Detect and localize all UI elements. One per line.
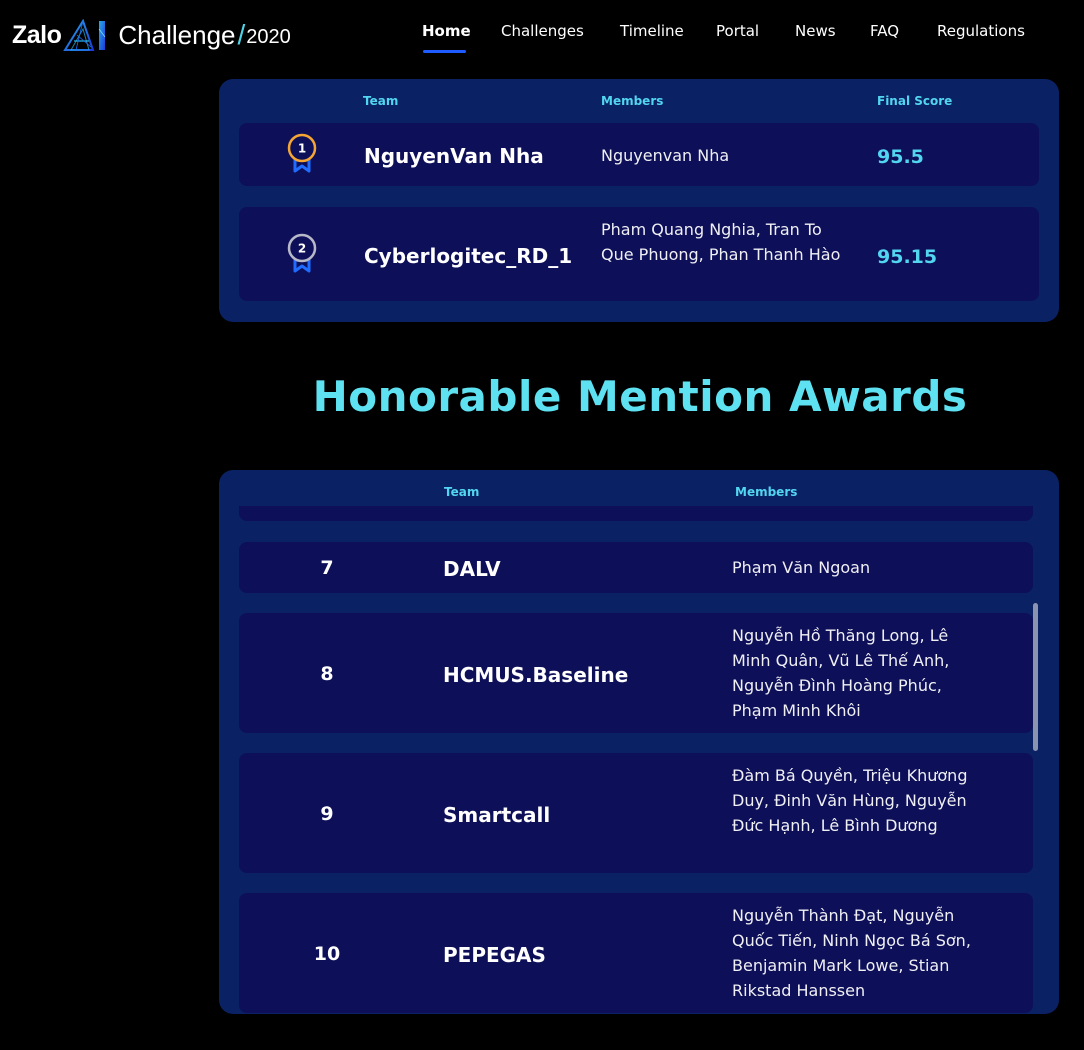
nav-home[interactable]: Home — [422, 22, 471, 40]
nav-faq[interactable]: FAQ — [870, 22, 899, 40]
team-members: Đàm Bá Quyền, Triệu Khương Duy, Đinh Văn… — [732, 766, 968, 835]
rank-number: 9 — [320, 803, 334, 825]
header-team: Team — [363, 94, 399, 108]
final-score: 95.15 — [877, 246, 938, 268]
nav-timeline[interactable]: Timeline — [620, 22, 684, 40]
logo-zalo-text: Zalo — [12, 20, 62, 49]
header-team: Team — [444, 485, 480, 499]
team-members: Nguyễn Thành Đạt, Nguyễn Quốc Tiến, Ninh… — [732, 906, 971, 1000]
table-row: 10 PEPEGAS Nguyễn Thành Đạt, Nguyễn Quốc… — [239, 893, 1033, 1013]
team-name: NguyenVan Nha — [364, 144, 544, 168]
table-row: 1 NguyenVan Nha Nguyenvan Nha 95.5 — [239, 123, 1039, 186]
rank-number: 10 — [313, 943, 341, 965]
team-name: HCMUS.Baseline — [443, 663, 629, 687]
logo-slash: / — [237, 19, 246, 50]
team-members: Pham Quang Nghia, Tran To Que Phuong, Ph… — [601, 220, 841, 264]
final-score: 95.5 — [877, 146, 924, 168]
nav-active-indicator — [423, 50, 466, 53]
header-members: Members — [735, 485, 798, 499]
ribbon-medal-icon: 1 — [287, 133, 317, 173]
nav-news[interactable]: News — [795, 22, 836, 40]
team-name: Cyberlogitec_RD_1 — [364, 244, 573, 268]
logo-year: 2020 — [246, 26, 291, 48]
table-scrollbar[interactable] — [1033, 603, 1038, 751]
ai-logo-icon — [63, 19, 106, 51]
nav-portal[interactable]: Portal — [716, 22, 759, 40]
logo-challenge-text: Challenge — [118, 19, 236, 50]
table-row: 8 HCMUS.Baseline Nguyễn Hồ Thăng Long, L… — [239, 613, 1033, 733]
header-final-score: Final Score — [877, 94, 953, 108]
medal-rank: 2 — [298, 242, 306, 256]
table-row: 7 DALV Phạm Văn Ngoan — [239, 542, 1033, 593]
team-name: DALV — [443, 557, 501, 581]
table-row: 9 Smartcall Đàm Bá Quyền, Triệu Khương D… — [239, 753, 1033, 873]
team-name: Smartcall — [443, 803, 551, 827]
team-members: Nguyễn Hồ Thăng Long, Lê Minh Quân, Vũ L… — [732, 626, 950, 720]
team-members: Phạm Văn Ngoan — [732, 558, 871, 577]
header-members: Members — [601, 94, 664, 108]
nav-challenges[interactable]: Challenges — [501, 22, 584, 40]
honorable-mention-table: Team Members 7 DALV Phạm Văn Ngoan 8 HCM… — [219, 470, 1059, 1014]
zalo-ai-challenge-logo[interactable]: Zalo Challenge / 2020 — [12, 17, 291, 53]
rank-number: 7 — [320, 557, 334, 579]
honorable-mention-title: Honorable Mention Awards — [312, 372, 968, 421]
medal-rank: 1 — [298, 142, 306, 156]
nav-regulations[interactable]: Regulations — [937, 22, 1025, 40]
team-name: PEPEGAS — [443, 943, 546, 967]
ribbon-medal-icon: 2 — [287, 233, 317, 273]
table-row: 2 Cyberlogitec_RD_1 Pham Quang Nghia, Tr… — [239, 207, 1039, 301]
top-results-table: Team Members Final Score 1 NguyenVan Nha… — [219, 79, 1059, 322]
table-row-partial — [239, 506, 1033, 521]
team-members: Nguyenvan Nha — [601, 146, 730, 165]
site-header: Zalo Challenge / 2020 Home Challenges Ti… — [0, 0, 1084, 70]
rank-number: 8 — [320, 663, 334, 685]
